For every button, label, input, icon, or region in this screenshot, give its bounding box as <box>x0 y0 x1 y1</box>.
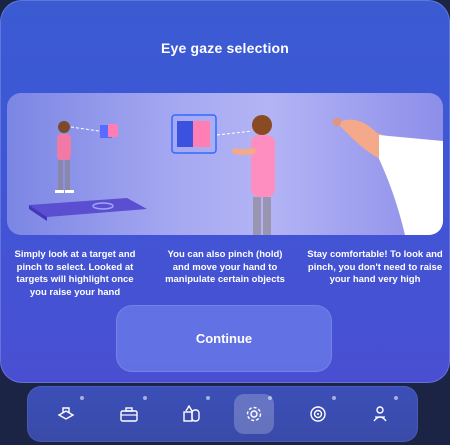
illustration-hand-comfortable <box>333 118 443 235</box>
taskbar <box>27 386 418 442</box>
toolbox-icon[interactable] <box>109 394 149 434</box>
illustration-look-target <box>29 121 147 221</box>
continue-button[interactable]: Continue <box>116 305 332 372</box>
settings-gear-icon[interactable] <box>234 394 274 434</box>
objects-icon[interactable] <box>172 394 212 434</box>
caption-stay-comfortable: Stay comfortable! To look and pinch, you… <box>307 249 443 285</box>
dialog-title: Eye gaze selection <box>160 40 290 56</box>
caption-look-target: Simply look at a target and pinch to sel… <box>14 249 136 298</box>
person-icon[interactable] <box>360 394 400 434</box>
illustration-panel <box>7 93 443 235</box>
hologram-icon[interactable] <box>46 394 86 434</box>
illustration-pinch-move <box>171 114 275 235</box>
caption-pinch-hold: You can also pinch (hold) and move your … <box>165 249 285 285</box>
eye-gaze-dialog: Eye gaze selection Simply look at a targ… <box>0 0 450 383</box>
target-icon[interactable] <box>298 394 338 434</box>
